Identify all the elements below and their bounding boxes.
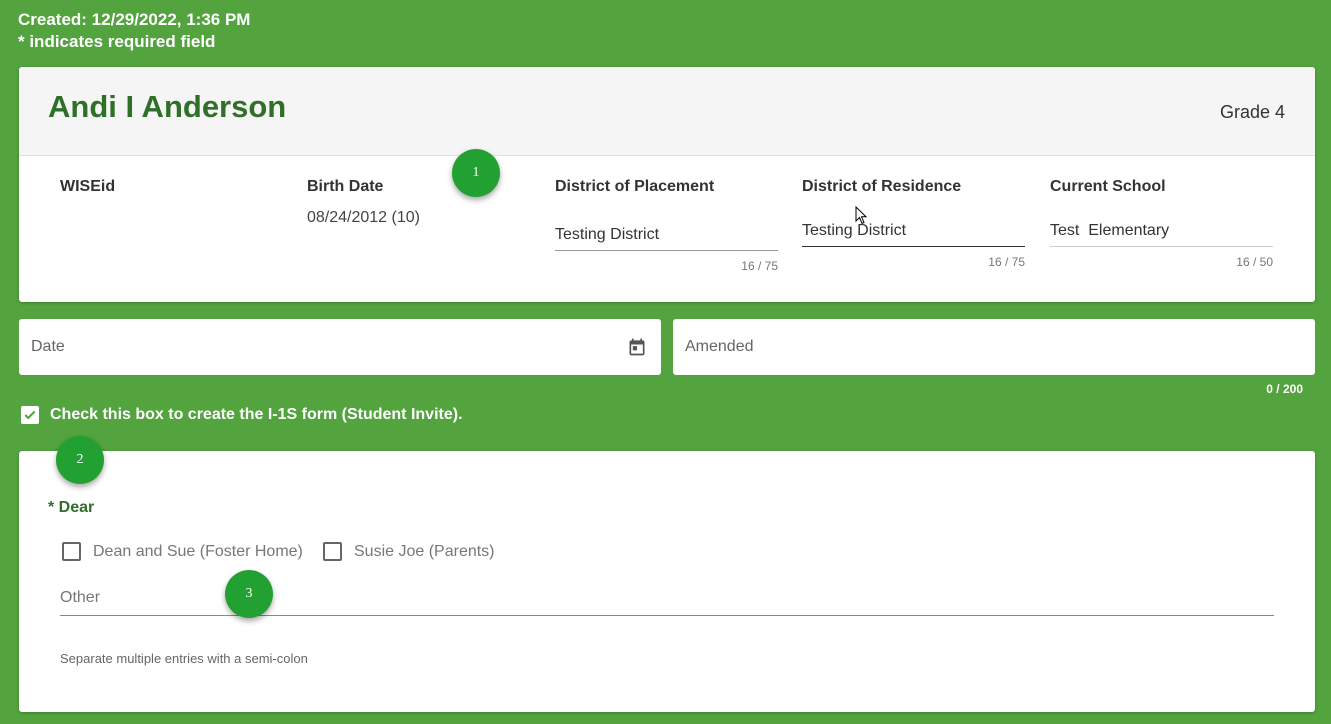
residence-field[interactable]: Testing District — [802, 222, 1025, 247]
dear-option-label: Dean and Sue (Foster Home) — [93, 542, 303, 560]
student-grade: Grade 4 — [1219, 102, 1285, 122]
birth-date-value: 08/24/2012 (10) — [307, 209, 420, 226]
mouse-cursor-icon — [855, 206, 868, 225]
date-input[interactable]: Date — [19, 319, 661, 375]
amended-placeholder: Amended — [685, 338, 754, 355]
residence-label: District of Residence — [802, 178, 962, 195]
placement-char-count: 16 / 75 — [741, 259, 778, 273]
created-timestamp: Created: 12/29/2022, 1:36 PM — [18, 10, 251, 29]
student-invite-label[interactable]: Check this box to create the I-1S form (… — [50, 406, 463, 424]
checkbox[interactable] — [323, 542, 342, 561]
residence-char-count: 16 / 75 — [988, 255, 1025, 269]
school-label: Current School — [1050, 178, 1166, 195]
callout-marker-2: 2 — [56, 436, 104, 484]
dear-option-label: Susie Joe (Parents) — [354, 542, 495, 560]
student-invite-option[interactable]: Check this box to create the I-1S form (… — [21, 406, 463, 424]
amended-input[interactable]: Amended — [673, 319, 1315, 375]
student-name: Andi I Anderson — [48, 89, 287, 124]
amended-char-count: 0 / 200 — [1266, 382, 1303, 396]
other-hint: Separate multiple entries with a semi-co… — [60, 651, 308, 666]
required-field-note: * indicates required field — [18, 32, 216, 51]
checkbox[interactable] — [62, 542, 81, 561]
calendar-icon[interactable] — [627, 337, 647, 362]
school-column: Current School — [1050, 178, 1166, 196]
birth-date-label: Birth Date — [307, 178, 384, 195]
dear-card: * Dear Dean and Sue (Foster Home) Susie … — [19, 451, 1315, 712]
record-meta: Created: 12/29/2022, 1:36 PM * indicates… — [18, 9, 250, 53]
dear-label: * Dear — [48, 499, 95, 516]
dear-option-parents[interactable]: Susie Joe (Parents) — [323, 542, 495, 561]
residence-column: District of Residence — [802, 178, 961, 196]
birth-date-column: Birth Date 08/24/2012 (10) — [307, 178, 420, 227]
dear-option-foster-home[interactable]: Dean and Sue (Foster Home) — [62, 542, 303, 561]
wiseid-label: WISEid — [60, 178, 116, 195]
student-header: Andi I Anderson Grade 4 — [19, 67, 1315, 156]
placement-field[interactable]: Testing District — [555, 226, 778, 251]
wiseid-column: WISEid — [60, 178, 115, 196]
check-icon — [24, 410, 36, 420]
school-field[interactable]: Test Elementary — [1050, 222, 1273, 247]
placement-label: District of Placement — [555, 178, 715, 195]
callout-marker-1: 1 — [452, 149, 500, 197]
date-placeholder: Date — [31, 338, 65, 355]
student-invite-checkbox[interactable] — [21, 406, 39, 424]
student-card: Andi I Anderson Grade 4 WISEid Birth Dat… — [19, 67, 1315, 302]
placement-column: District of Placement — [555, 178, 714, 196]
school-char-count: 16 / 50 — [1236, 255, 1273, 269]
callout-marker-3: 3 — [225, 570, 273, 618]
